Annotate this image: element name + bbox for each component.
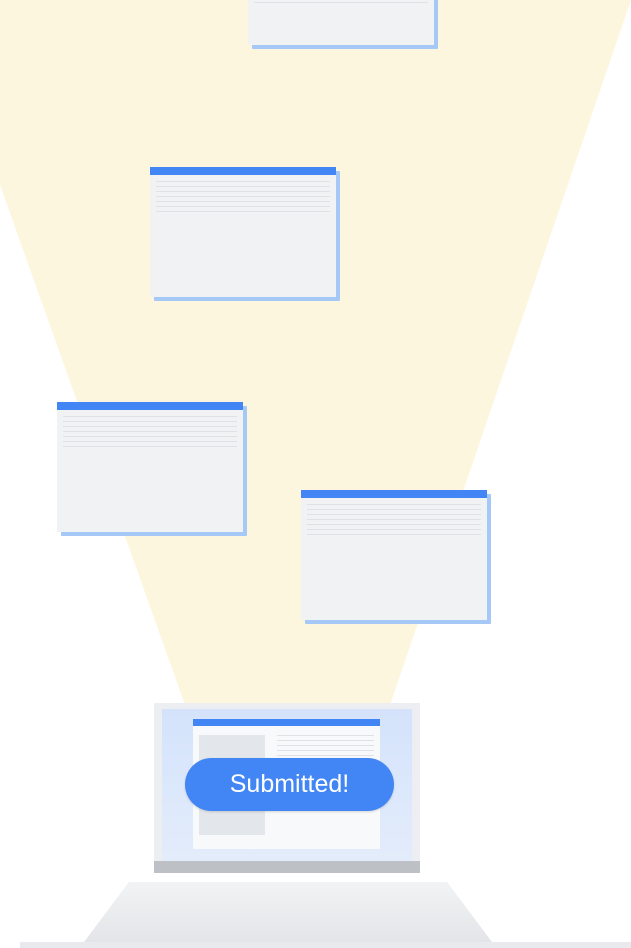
submission-illustration: Submitted! (0, 0, 631, 948)
floating-window-left-icon (57, 402, 247, 536)
laptop-keyboard (84, 882, 492, 942)
laptop-hinge (154, 861, 420, 873)
floating-window-top-icon (248, 0, 438, 49)
floating-window-upper-icon (150, 167, 340, 301)
floating-window-right-icon (301, 490, 491, 624)
floor-line (20, 942, 631, 948)
submitted-status-pill: Submitted! (185, 758, 394, 811)
